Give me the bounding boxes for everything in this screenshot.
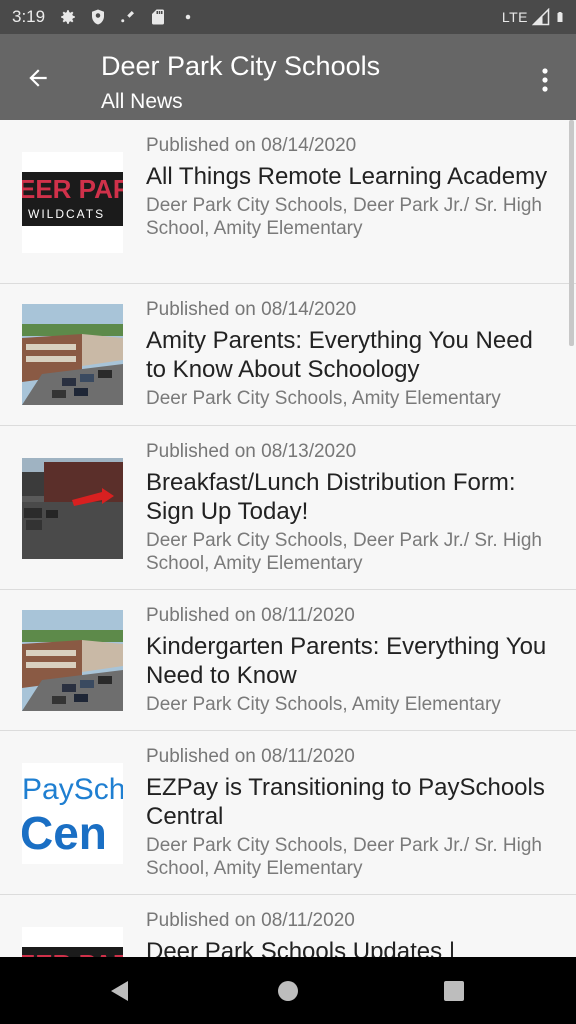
more-vert-icon — [542, 68, 548, 92]
news-item[interactable]: EER PAR WILDCATS Published on 08/14/2020… — [0, 120, 576, 284]
news-date: Published on 08/11/2020 — [146, 910, 355, 931]
news-schools: Deer Park City Schools, Amity Elementary — [146, 694, 501, 715]
news-schools: Deer Park City Schools, Deer Park Jr./ S… — [146, 530, 542, 574]
status-system-icons: LTE — [502, 0, 566, 34]
network-type: LTE — [501, 9, 528, 25]
app-bar: Deer Park City Schools All News — [0, 34, 576, 120]
news-schools: Deer Park City Schools, Deer Park Jr./ S… — [146, 195, 542, 239]
news-headline: All Things Remote Learning Academy — [146, 163, 548, 190]
scrollbar[interactable] — [569, 120, 574, 346]
news-headline: Amity Parents: Everything You Need to Kn… — [146, 327, 533, 383]
news-item[interactable]: Published on 08/11/2020 Kindergarten Par… — [0, 590, 576, 731]
nav-recents-icon — [444, 980, 464, 1001]
shield-icon — [92, 9, 105, 25]
news-item[interactable]: Published on 08/14/2020 Amity Parents: E… — [0, 284, 576, 426]
news-schools: Deer Park City Schools, Deer Park Jr./ S… — [146, 835, 542, 879]
news-schools: Deer Park City Schools, Amity Elementary — [146, 388, 501, 409]
nav-recents-button[interactable] — [414, 957, 494, 1024]
arrow-back-icon — [29, 69, 47, 87]
sd-card-icon — [152, 9, 165, 25]
status-bar: 3:19 LTE — [0, 0, 576, 34]
page-subtitle: All News — [101, 90, 183, 113]
payschools-logo-bottom: Cen — [22, 807, 107, 859]
news-thumbnail-deer-park-logo: EER PAR WILDCATS — [22, 152, 123, 253]
nav-home-icon — [278, 980, 298, 1001]
nav-back-button[interactable] — [80, 957, 160, 1024]
news-thumbnail-school-building — [22, 610, 123, 711]
status-notification-icons — [59, 8, 197, 26]
news-list[interactable]: EER PAR WILDCATS Published on 08/14/2020… — [0, 120, 576, 957]
nav-back-icon — [111, 980, 128, 1001]
back-button[interactable] — [16, 56, 60, 100]
news-date: Published on 08/13/2020 — [146, 441, 357, 462]
news-headline: Breakfast/Lunch Distribution Form: Sign … — [146, 469, 516, 525]
news-item[interactable]: Published on 08/13/2020 Breakfast/Lunch … — [0, 426, 576, 590]
news-date: Published on 08/14/2020 — [146, 135, 357, 156]
logo-text-top: EER PAR — [22, 949, 123, 957]
news-headline: Deer Park Schools Updates | — [146, 938, 456, 957]
news-headline: EZPay is Transitioning to PaySchools Cen… — [146, 774, 545, 830]
payschools-logo-top: PaySch — [22, 773, 123, 806]
overflow-menu-button[interactable] — [528, 58, 562, 102]
signal-icon — [532, 8, 550, 26]
page-title: Deer Park City Schools — [101, 51, 381, 81]
news-date: Published on 08/11/2020 — [146, 746, 355, 767]
news-thumbnail-parking-lot — [22, 458, 123, 559]
status-time: 3:19 — [12, 7, 46, 26]
logo-text-bottom: WILDCATS — [28, 207, 105, 221]
nav-home-button[interactable] — [248, 957, 328, 1024]
news-item[interactable]: EER PAR Published on 08/11/2020 Deer Par… — [0, 895, 576, 957]
logo-text-top: EER PAR — [22, 174, 123, 204]
news-item[interactable]: PaySch Cen Published on 08/11/2020 EZPay… — [0, 731, 576, 895]
gear-icon — [61, 10, 75, 24]
signal-cast-icon — [121, 11, 135, 23]
news-thumbnail-payschools-logo: PaySch Cen — [22, 763, 123, 864]
news-thumbnail-school-building — [22, 304, 123, 405]
news-thumbnail-deer-park-logo: EER PAR — [22, 927, 123, 957]
news-date: Published on 08/14/2020 — [146, 299, 357, 320]
news-headline: Kindergarten Parents: Everything You Nee… — [146, 633, 547, 689]
system-nav-bar — [0, 957, 576, 1024]
news-date: Published on 08/11/2020 — [146, 605, 355, 626]
dot-icon — [185, 14, 191, 20]
battery-icon — [557, 12, 563, 22]
